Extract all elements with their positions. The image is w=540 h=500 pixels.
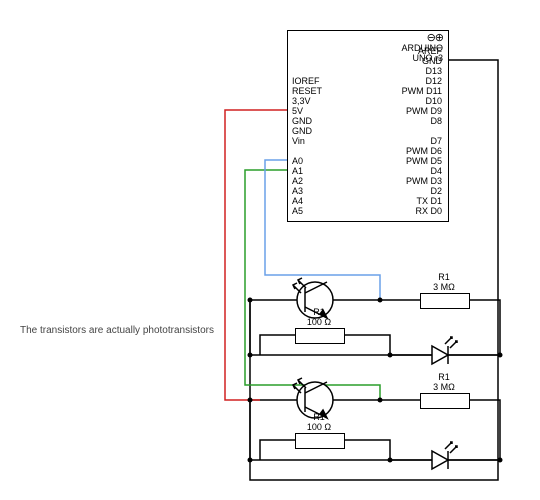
resistor-3m-top-val: 3 MΩ [420,282,468,292]
note-text: The transistors are actually phototransi… [20,325,214,336]
resistor-100-bot-name: R1 [295,412,343,422]
resistor-100-top [295,328,345,344]
led-top [420,337,460,364]
resistor-3m-top [420,293,470,309]
resistor-100-bot-val: 100 Ω [295,422,343,432]
resistor-100-top-name: R1 [295,307,343,317]
wiring [0,0,540,500]
resistor-3m-bot-name: R1 [420,372,468,382]
schematic-canvas: ⊖⊕ ARDUINO UNO r3 IOREF RESET 3,3V 5V GN… [0,0,540,500]
resistor-100-top-val: 100 Ω [295,317,343,327]
led-bottom [420,442,460,469]
resistor-3m-bot-val: 3 MΩ [420,382,468,392]
resistor-3m-top-name: R1 [420,272,468,282]
resistor-3m-bot [420,393,470,409]
resistor-100-bot [295,433,345,449]
